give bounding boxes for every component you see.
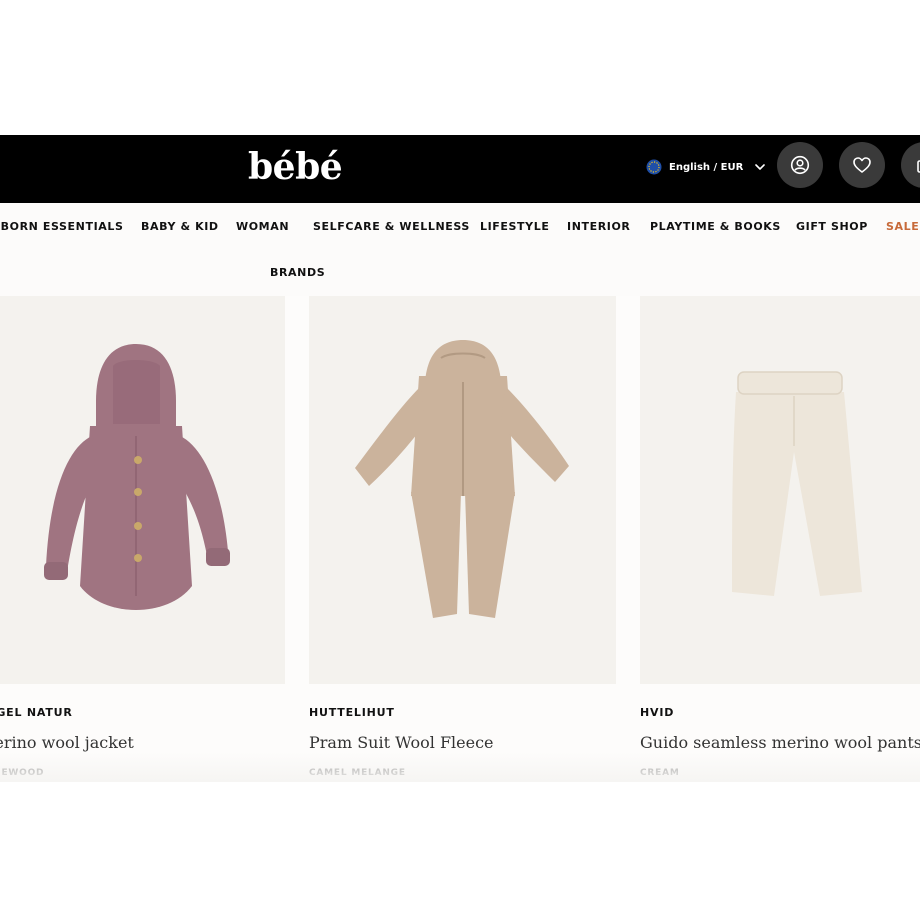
account-icon [790,155,810,175]
product-brand: ENGEL NATUR [0,706,73,719]
product-image[interactable] [0,296,285,684]
nav-baby-kid[interactable]: BABY & KID [141,220,219,234]
nav-playtime-books[interactable]: PLAYTIME & BOOKS [650,220,781,234]
nav-brands[interactable]: BRANDS [270,266,325,280]
product-photo-jacket [44,344,230,610]
product-card[interactable]: HUTTELIHUT Pram Suit Wool Fleece CAMEL M… [309,296,616,782]
product-card[interactable]: HVID Guido seamless merino wool pants CR… [640,296,920,782]
cart-button[interactable] [901,142,920,188]
heart-icon [853,157,871,173]
nav-interior[interactable]: INTERIOR [567,220,631,234]
product-grid: ENGEL NATUR Merino wool jacket ROSEWOOD [0,296,920,782]
wishlist-button[interactable] [839,142,885,188]
product-card[interactable]: ENGEL NATUR Merino wool jacket ROSEWOOD [0,296,285,782]
language-currency-selector[interactable]: English / EUR [646,156,766,178]
account-button[interactable] [777,142,823,188]
nav-selfcare-wellness[interactable]: SELFCARE & WELLNESS [313,220,470,234]
product-name[interactable]: Guido seamless merino wool pants [640,733,920,752]
nav-sale[interactable]: SALE [886,220,919,234]
product-color: CREAM [640,768,680,778]
main-navigation: NEWBORN ESSENTIALS BABY & KID WOMAN SELF… [0,203,920,296]
bag-icon [917,160,920,173]
chevron-down-icon [755,164,766,170]
site-logo[interactable]: bébé [248,145,343,189]
product-brand: HVID [640,706,675,719]
globe-icon [646,159,662,175]
product-image[interactable] [309,296,616,684]
product-photo-pram-suit [355,340,569,618]
product-image[interactable] [640,296,920,684]
product-color: ROSEWOOD [0,768,45,778]
product-photo-pants [732,371,862,596]
product-name[interactable]: Pram Suit Wool Fleece [309,733,494,752]
product-name[interactable]: Merino wool jacket [0,733,134,752]
site-header: bébé English / EUR [0,135,920,203]
language-currency-label: English / EUR [669,161,744,173]
page-viewport: bébé English / EUR BORN ESSENTIALS BABY … [0,0,920,917]
product-brand: HUTTELIHUT [309,706,395,719]
nav-woman[interactable]: WOMAN [236,220,289,234]
product-color: CAMEL MELANGE [309,768,406,778]
nav-lifestyle[interactable]: LIFESTYLE [480,220,549,234]
nav-newborn-essentials[interactable]: NEWBORN ESSENTIALS [0,220,124,234]
nav-gift-shop[interactable]: GIFT SHOP [796,220,868,234]
